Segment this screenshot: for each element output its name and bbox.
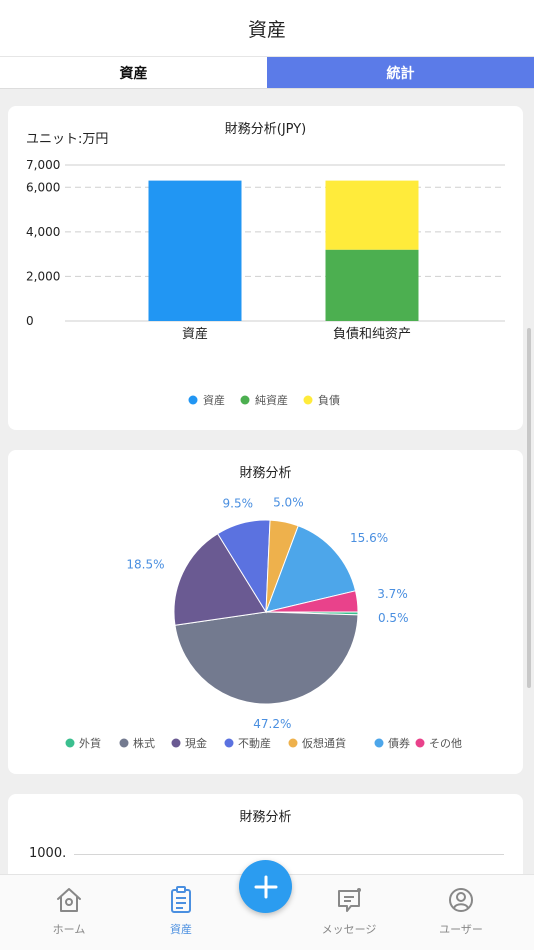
user-icon xyxy=(449,888,473,912)
y-tick-label: 0 xyxy=(26,314,34,328)
line-chart-title: 財務分析 xyxy=(239,810,292,825)
scroll-content[interactable]: 財務分析(JPY) ユニット:万円 0 2,000 4,000 6,000 7,000 資… xyxy=(0,90,534,874)
plus-icon xyxy=(254,875,277,898)
legend-marker[interactable] xyxy=(240,395,250,405)
pie-data-label: 47.2% xyxy=(253,717,291,731)
tab-assets[interactable]: 資産 xyxy=(0,57,267,88)
home-icon xyxy=(57,888,81,912)
nav-user-label: ユーザー xyxy=(439,923,483,936)
y-tick-label: 4,000 xyxy=(26,225,60,239)
nav-messages-label: メッセージ xyxy=(321,923,377,936)
legend-label: 負債 xyxy=(318,393,340,407)
bar-segment[interactable] xyxy=(148,180,242,321)
grid-line xyxy=(74,854,504,855)
nav-assets-label: 資産 xyxy=(170,923,192,936)
pie-data-label: 0.5% xyxy=(378,611,409,625)
clipboard-icon xyxy=(171,886,191,913)
legend-label: その他 xyxy=(429,737,462,750)
pie-data-label: 18.5% xyxy=(126,558,164,572)
nav-messages[interactable]: メッセージ xyxy=(304,885,394,937)
message-icon xyxy=(338,888,361,912)
legend-label: 株式 xyxy=(133,736,155,750)
nav-assets[interactable]: 資産 xyxy=(136,885,226,937)
legend-marker[interactable] xyxy=(65,738,75,748)
legend-marker[interactable] xyxy=(171,738,181,748)
tab-statistics[interactable]: 統計 xyxy=(267,57,534,88)
legend-marker[interactable] xyxy=(303,395,313,405)
x-tick-label: 資産 xyxy=(182,326,208,342)
legend-label: 仮想通貨 xyxy=(302,736,346,750)
x-tick-label: 負債和纯资产 xyxy=(333,327,411,342)
pie-data-label: 5.0% xyxy=(273,495,304,509)
nav-home[interactable]: ホーム xyxy=(24,885,114,937)
bar-chart: 02,0004,0006,0007,000資産 負債和纯资产資産 純資産 負債 xyxy=(26,158,505,407)
legend-marker[interactable] xyxy=(119,738,129,748)
app-header: 資産 xyxy=(0,0,534,57)
legend-marker[interactable] xyxy=(415,738,425,748)
pie-slice[interactable] xyxy=(174,611,359,705)
nav-home-label: ホーム xyxy=(52,923,86,936)
legend-marker[interactable] xyxy=(188,395,198,405)
scrollbar[interactable] xyxy=(527,328,531,688)
legend-marker[interactable] xyxy=(288,738,298,748)
add-button[interactable] xyxy=(239,860,292,913)
y-tick-label: 6,000 xyxy=(26,180,60,194)
bar-segment[interactable] xyxy=(325,180,419,250)
pie-data-label: 15.6% xyxy=(350,531,388,545)
nav-user[interactable]: ユーザー xyxy=(416,885,506,937)
pie-data-label: 9.5% xyxy=(223,497,254,511)
bar-chart-card: 財務分析(JPY) ユニット:万円 0 2,000 4,000 6,000 7,000 資… xyxy=(8,106,523,430)
legend-label: 現金 xyxy=(185,736,207,750)
bar-segment[interactable] xyxy=(325,249,419,321)
legend-label: 外貨 xyxy=(79,736,101,750)
page-title: 資産 xyxy=(247,18,286,41)
legend-label: 債券 xyxy=(388,736,410,750)
pie-chart-card: 財務分析 0.5% 47.2% 18.5% 9.5% 5.0% 15.6% 3.7% 外貨 株式… xyxy=(8,450,523,774)
legend-marker[interactable] xyxy=(374,738,384,748)
legend-label: 純資産 xyxy=(255,394,288,407)
legend-label: 資産 xyxy=(203,394,225,407)
tab-bar: 資産 統計 xyxy=(0,57,534,89)
y-axis-top-label: 1000. xyxy=(29,846,67,861)
legend-marker[interactable] xyxy=(224,738,234,748)
pie-chart: 0.5% 47.2% 18.5% 9.5% 5.0% 15.6% 3.7% 外貨 株式 現金 不動産… xyxy=(65,495,462,750)
pie-data-label: 3.7% xyxy=(377,587,408,601)
y-tick-label: 7,000 xyxy=(26,158,60,172)
legend-label: 不動産 xyxy=(238,736,271,750)
y-tick-label: 2,000 xyxy=(26,269,60,283)
